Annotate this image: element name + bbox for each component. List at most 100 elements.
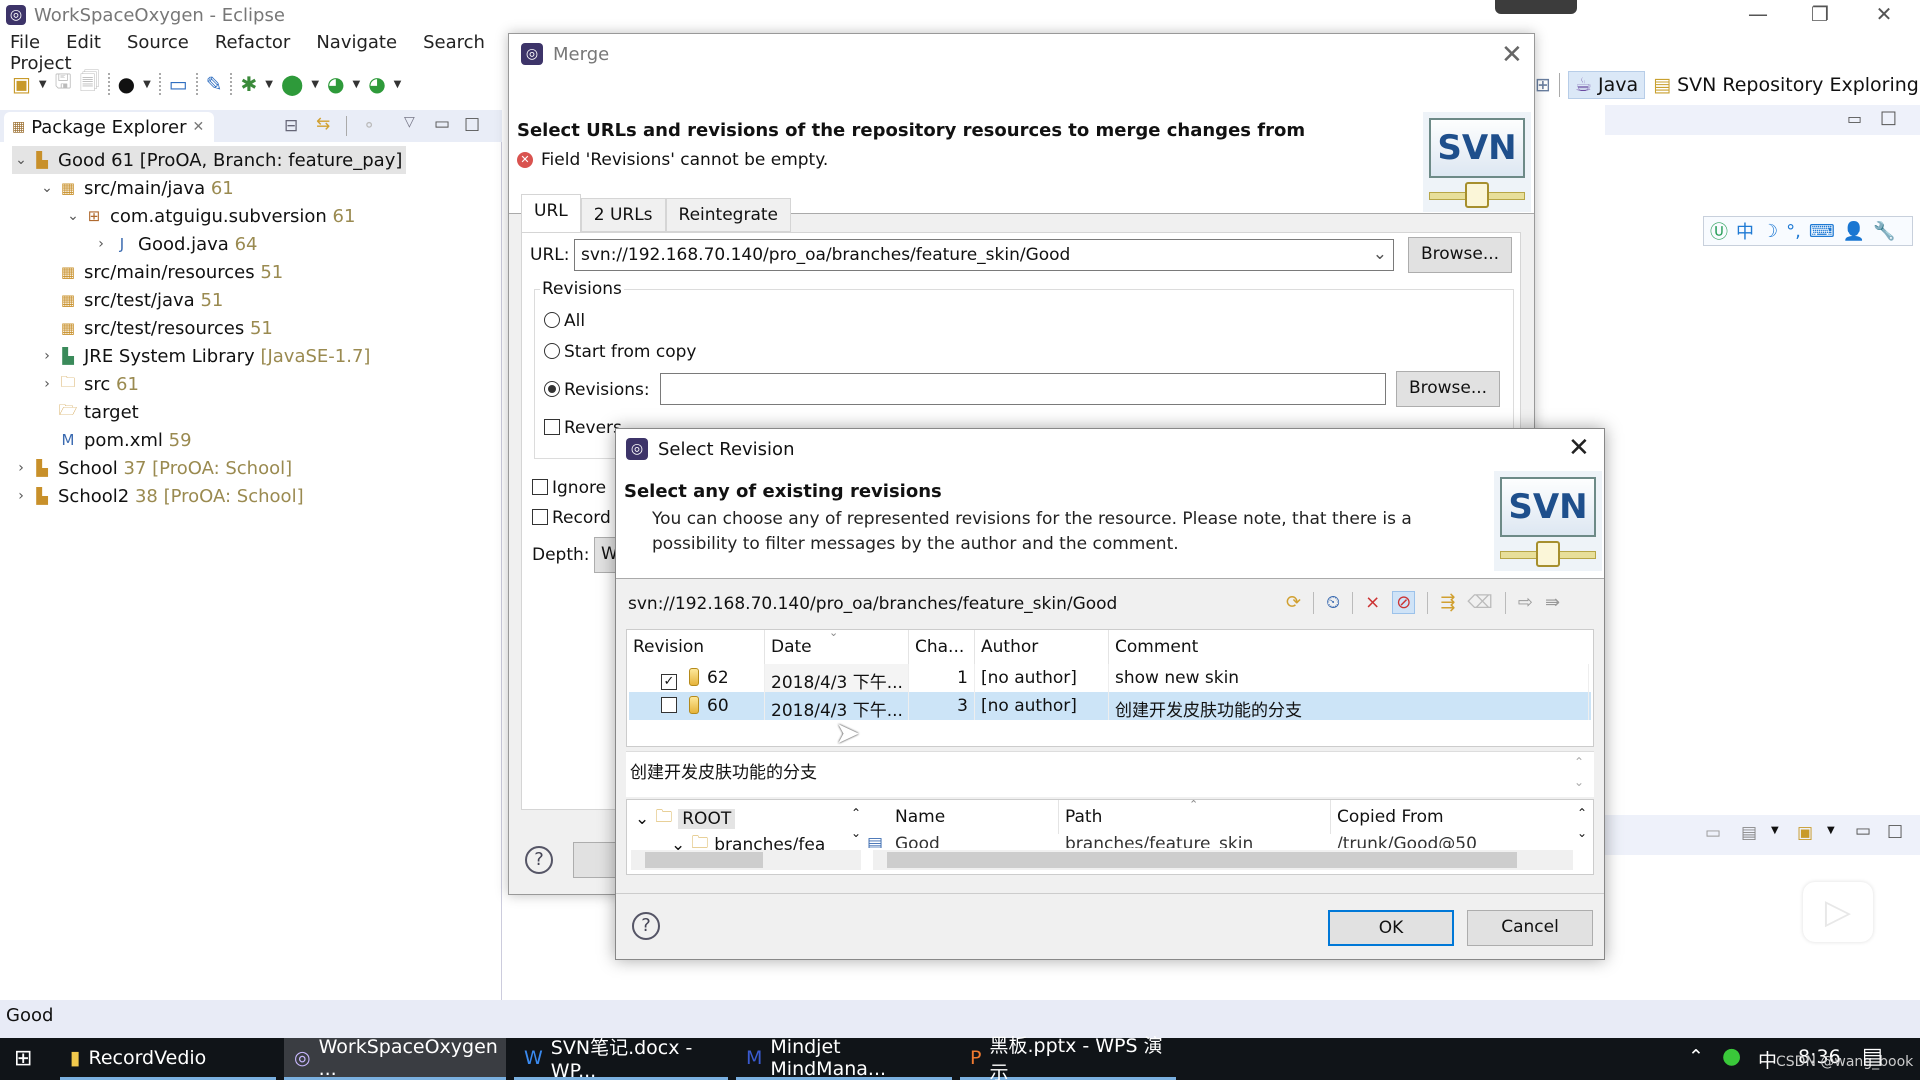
- tray-app-icon[interactable]: ●: [1722, 1044, 1741, 1069]
- menu-search[interactable]: Search: [413, 32, 485, 53]
- revision-row[interactable]: ✓ 62 2018/4/3 下午... 1 [no author] show ne…: [629, 664, 1591, 692]
- chevron-down-icon[interactable]: ⌄: [1373, 244, 1387, 264]
- menu-source[interactable]: Source: [117, 32, 189, 53]
- task-eclipse[interactable]: ◎ WorkSpaceOxygen ...: [284, 1036, 506, 1080]
- collapse-icon[interactable]: ›: [92, 236, 110, 252]
- tree-hscrollbar[interactable]: [631, 850, 861, 870]
- tree-item-jre-library[interactable]: › ▙ JRE System Library [JavaSE-1.7]: [38, 342, 370, 370]
- tree-item-src[interactable]: › 🗀 src 61: [38, 370, 139, 398]
- tree-item-src-test-java[interactable]: ▦ src/test/java 51: [56, 286, 223, 314]
- browse-url-button[interactable]: Browse...: [1408, 237, 1512, 273]
- menu-edit[interactable]: Edit: [56, 32, 101, 53]
- collapse-icon[interactable]: ›: [12, 460, 30, 476]
- col-revision[interactable]: Revision: [627, 630, 765, 664]
- skip-breakpoints-icon[interactable]: ✎: [206, 72, 223, 96]
- col-copied-from[interactable]: Copied From: [1331, 800, 1575, 834]
- collapse-icon[interactable]: ›: [38, 348, 56, 364]
- restore-icon[interactable]: ❐: [1800, 2, 1840, 26]
- run-icon[interactable]: ⬤: [281, 72, 303, 96]
- paths-scroll-down-icon[interactable]: ⌄: [1577, 826, 1587, 840]
- revision-checkbox[interactable]: ✓: [661, 674, 677, 690]
- reverse-checkbox[interactable]: Revers: [544, 418, 622, 438]
- new-icon[interactable]: ▣: [12, 72, 31, 96]
- new-console-icon[interactable]: ▣: [1797, 823, 1813, 843]
- col-path[interactable]: Path ⌃: [1059, 798, 1331, 834]
- run-dropdown-icon[interactable]: ▼: [311, 79, 319, 90]
- get-revisions-icon[interactable]: ⏲: [1326, 592, 1340, 613]
- ime-punctuation-icon[interactable]: °,: [1786, 221, 1801, 242]
- profile-icon[interactable]: ●: [118, 72, 135, 96]
- expand-icon[interactable]: ⌄: [38, 180, 56, 196]
- record-checkbox[interactable]: Record: [532, 508, 611, 528]
- perspective-svn[interactable]: ▤ SVN Repository Exploring: [1653, 74, 1919, 96]
- cancel-button[interactable]: Cancel: [1467, 910, 1593, 946]
- package-explorer-tab[interactable]: ▦ Package Explorer ✕: [4, 112, 214, 142]
- expand-icon[interactable]: ⌄: [64, 208, 82, 224]
- tab-reintegrate[interactable]: Reintegrate: [665, 198, 791, 232]
- collapse-icon[interactable]: ›: [38, 376, 56, 392]
- revision-row-selected[interactable]: 60 2018/4/3 下午... 3 [no author] 创建开发皮肤功能…: [629, 692, 1591, 720]
- open-perspective-icon[interactable]: ⊞: [1535, 74, 1551, 96]
- path-row[interactable]: ▤ Good branches/feature_skin /trunk/Good…: [863, 834, 1573, 848]
- tree-item-src-test-resources[interactable]: ▦ src/test/resources 51: [56, 314, 273, 342]
- tray-expand-icon[interactable]: ⌃: [1688, 1046, 1704, 1068]
- task-pptx[interactable]: P 黑板.pptx - WPS 演示: [960, 1035, 1176, 1084]
- close-icon[interactable]: ✕: [1864, 2, 1904, 26]
- ime-indicator[interactable]: 中: [1758, 1046, 1777, 1073]
- ignore-checkbox[interactable]: Ignore: [532, 478, 606, 498]
- ime-halfwidth-icon[interactable]: ☽: [1762, 221, 1778, 242]
- ime-settings-icon[interactable]: 🔧: [1873, 221, 1895, 242]
- new-console-dropdown-icon[interactable]: ▼: [1827, 825, 1835, 836]
- pin-icon[interactable]: ▭: [1705, 823, 1721, 843]
- help-icon[interactable]: ?: [632, 912, 660, 940]
- radio-start-from-copy[interactable]: Start from copy: [544, 342, 697, 362]
- save-icon[interactable]: 🖫: [55, 67, 72, 101]
- col-author[interactable]: Author: [975, 630, 1109, 664]
- profile-dropdown-icon[interactable]: ▼: [143, 79, 151, 90]
- tree-scroll-down-icon[interactable]: ⌄: [851, 826, 861, 840]
- ime-logo-icon[interactable]: Ⓤ: [1710, 218, 1728, 244]
- menu-navigate[interactable]: Navigate: [306, 32, 397, 53]
- col-name[interactable]: Name: [889, 800, 1059, 834]
- windows-start-icon[interactable]: ⊞: [14, 1046, 32, 1071]
- paths-scroll-up-icon[interactable]: ⌃: [1577, 806, 1587, 820]
- minimize-icon-pkg[interactable]: ▭: [434, 114, 450, 134]
- external-tools-dropdown-icon[interactable]: ▼: [394, 79, 402, 90]
- ime-keyboard-icon[interactable]: ⌨: [1809, 221, 1835, 242]
- display-dropdown-icon[interactable]: ▼: [1771, 825, 1779, 836]
- view-menu-icon[interactable]: ▽: [404, 114, 415, 130]
- tree-item-project-good[interactable]: ⌄ ▙ Good 61 [ProOA, Branch: feature_pay]: [12, 146, 407, 174]
- tab-2-urls[interactable]: 2 URLs: [580, 198, 666, 232]
- comment-scroll-up-icon[interactable]: ⌃: [1574, 755, 1584, 769]
- maximize-icon-pkg[interactable]: □: [464, 114, 480, 134]
- task-recordvedio[interactable]: ▮ RecordVedio: [60, 1038, 276, 1080]
- maximize-view-icon-2[interactable]: □: [1887, 821, 1903, 841]
- debug-dropdown-icon[interactable]: ▼: [265, 79, 273, 90]
- refresh-icon[interactable]: ⟳: [1286, 592, 1301, 613]
- external-tools-icon[interactable]: ◕: [368, 72, 385, 96]
- clear-filter-icon[interactable]: ⌫: [1467, 592, 1492, 613]
- tree-item-target[interactable]: 🗁 target: [56, 398, 139, 426]
- tree-scroll-up-icon[interactable]: ⌃: [851, 806, 861, 820]
- debug-icon[interactable]: ✱: [240, 72, 257, 96]
- collapse-icon[interactable]: ›: [12, 488, 30, 504]
- display-icon[interactable]: ▤: [1741, 823, 1757, 843]
- ok-button[interactable]: OK: [1328, 910, 1454, 946]
- browse-revisions-button[interactable]: Browse...: [1396, 371, 1500, 407]
- col-changes[interactable]: Cha...: [909, 630, 975, 664]
- new-dropdown-icon[interactable]: ▼: [39, 79, 47, 90]
- revision-checkbox[interactable]: [661, 697, 677, 713]
- filter-icon[interactable]: ⨯: [1365, 592, 1380, 613]
- notifications-icon[interactable]: ▤: [1862, 1044, 1883, 1069]
- focus-icon[interactable]: ⚬: [362, 116, 376, 136]
- close-view-icon[interactable]: ✕: [193, 119, 205, 135]
- radio-revisions[interactable]: Revisions:: [544, 380, 650, 400]
- coverage-icon[interactable]: ◕: [327, 72, 344, 96]
- select-revision-close-icon[interactable]: ✕: [1568, 433, 1590, 463]
- radio-all[interactable]: All: [544, 311, 585, 331]
- tree-item-package[interactable]: ⌄ ⊞ com.atguigu.subversion 61: [64, 202, 355, 230]
- merge-help-icon[interactable]: ?: [525, 846, 553, 874]
- tree-item-project-school[interactable]: › ▙ School 37 [ProOA: School]: [12, 454, 292, 482]
- task-mindjet[interactable]: M Mindjet MindMana...: [736, 1036, 952, 1080]
- minimize-view-icon-2[interactable]: ▭: [1855, 821, 1871, 841]
